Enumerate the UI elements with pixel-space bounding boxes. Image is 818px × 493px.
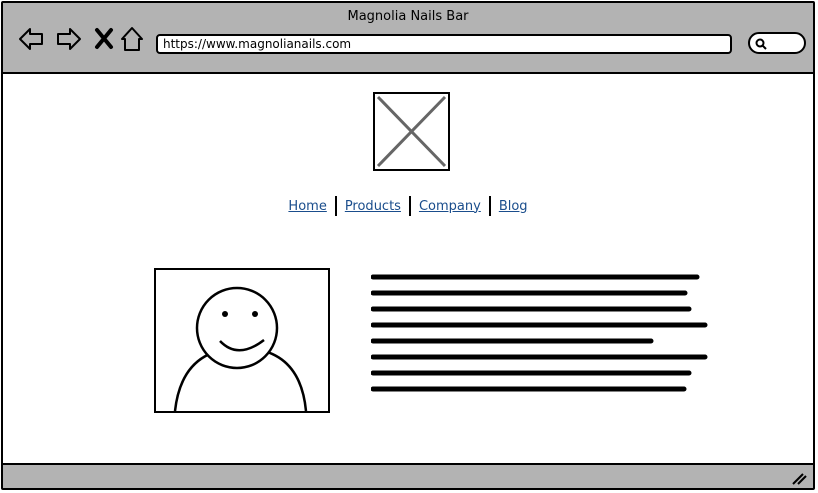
browser-window: Magnolia Nails Bar https://www.magnolian… [1, 1, 815, 490]
close-x-icon[interactable] [91, 25, 119, 53]
status-bar [3, 463, 813, 488]
back-arrow-icon[interactable] [17, 25, 45, 53]
nav-divider [488, 196, 491, 216]
main-nav: Home Products Company Blog [3, 196, 813, 216]
browser-toolbar: Magnolia Nails Bar https://www.magnolian… [3, 3, 813, 74]
placeholder-text-block [371, 274, 708, 392]
forward-arrow-icon[interactable] [55, 25, 83, 53]
nav-divider [408, 196, 411, 216]
search-field[interactable] [748, 32, 806, 54]
search-icon [755, 38, 767, 50]
home-icon[interactable] [119, 25, 147, 53]
resize-grip-icon[interactable] [791, 472, 807, 486]
nav-divider [334, 196, 337, 216]
logo-image-placeholder [373, 92, 450, 171]
address-bar[interactable]: https://www.magnolianails.com [156, 34, 732, 54]
nav-products-link[interactable]: Products [339, 199, 407, 214]
nav-blog-link[interactable]: Blog [493, 199, 534, 214]
nav-home-link[interactable]: Home [282, 199, 332, 214]
window-title: Magnolia Nails Bar [347, 9, 469, 24]
user-avatar-image [154, 268, 330, 413]
nav-company-link[interactable]: Company [413, 199, 487, 214]
